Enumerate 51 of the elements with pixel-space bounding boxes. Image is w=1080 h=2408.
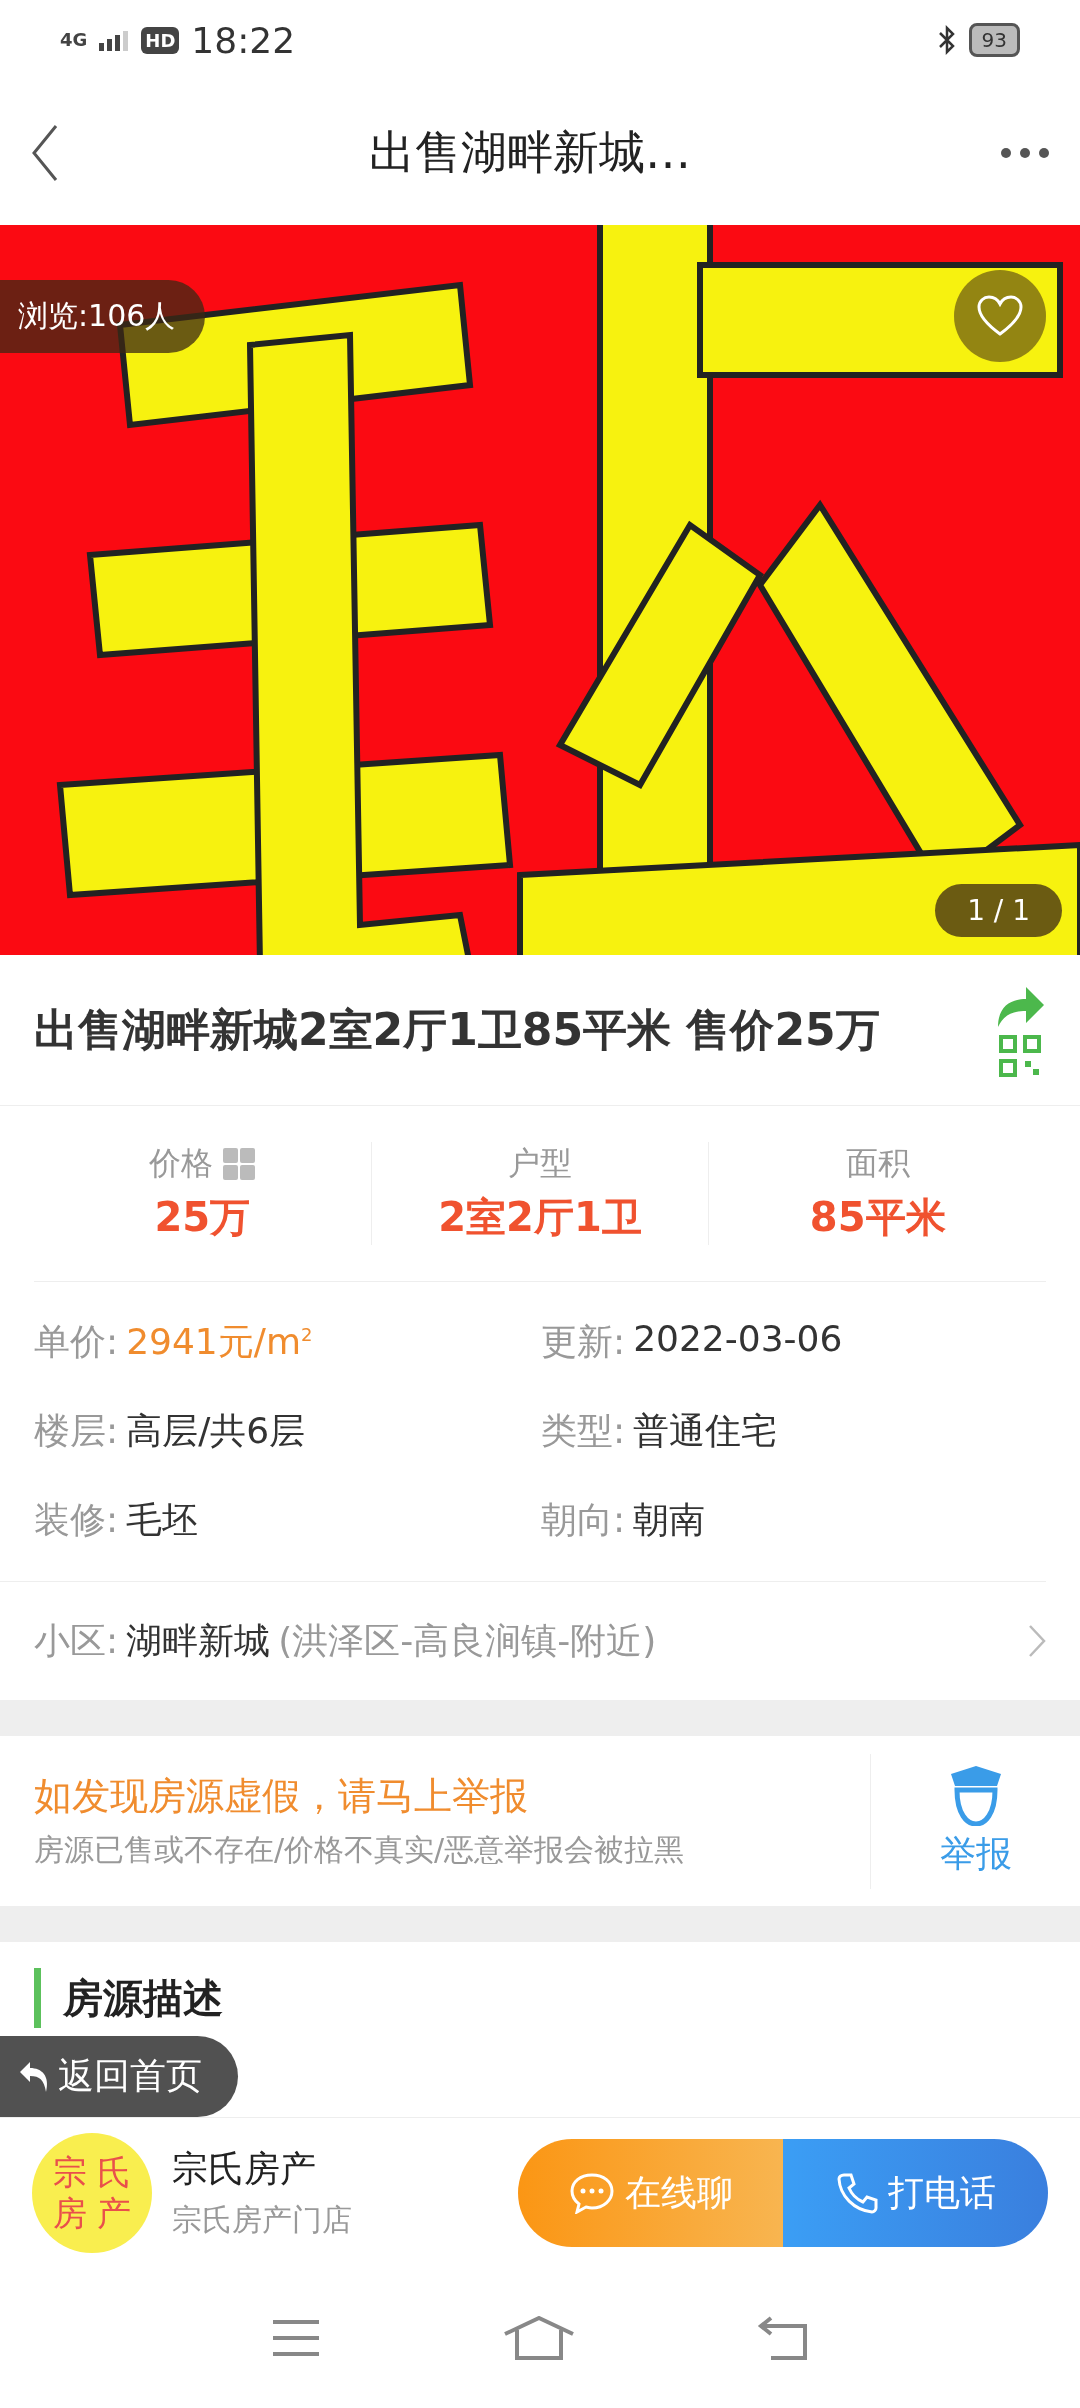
agency-name: 宗氏房产: [172, 2147, 317, 2191]
section-heading: 房源描述: [34, 1968, 223, 2028]
clock: 18:22: [191, 19, 296, 61]
stat-value: 25万: [154, 1193, 251, 1242]
bluetooth-icon: [936, 25, 957, 55]
detail-value: 高层/共6层: [126, 1409, 306, 1453]
detail-label: 朝向:: [541, 1498, 626, 1542]
listing-title: 出售湖畔新城2室2厅1卫85平米 售价25万: [34, 1002, 881, 1057]
community-location: (洪泽区-高良涧镇-附近): [278, 1618, 658, 1663]
page-title: 出售湖畔新城…: [368, 123, 692, 181]
home-icon[interactable]: [503, 2316, 575, 2360]
more-icon[interactable]: [1000, 146, 1050, 159]
call-button[interactable]: 打电话: [783, 2139, 1048, 2247]
detail-label: 单价:: [34, 1320, 119, 1364]
detail-value: 朝南: [633, 1498, 706, 1542]
agency-logo: 宗 氏 房 产: [32, 2133, 152, 2253]
report-note: 房源已售或不存在/价格不真实/恶意举报会被拉黑: [34, 1831, 686, 1869]
back-gesture-icon[interactable]: [757, 2316, 809, 2360]
home-button[interactable]: 返回首页: [0, 2036, 238, 2117]
hd-badge: HD: [141, 26, 180, 54]
detail-label: 楼层:: [34, 1409, 119, 1453]
report-heading: 如发现房源虚假，请马上举报: [34, 1773, 529, 1820]
stat-label: 价格: [149, 1143, 214, 1184]
qr-code-icon[interactable]: [999, 1035, 1041, 1077]
back-icon[interactable]: [30, 122, 60, 183]
store-name: 宗氏房产门店: [172, 2201, 353, 2239]
menu-icon[interactable]: [271, 2318, 321, 2358]
detail-label: 更新:: [541, 1320, 626, 1364]
community-name[interactable]: 湖畔新城: [126, 1616, 271, 1666]
chat-button[interactable]: 在线聊: [518, 2139, 783, 2247]
view-count: 浏览:106人: [0, 280, 206, 353]
phone-icon: [835, 2172, 878, 2214]
stat-value: 2室2厅1卫: [438, 1193, 642, 1242]
detail-label: 装修:: [34, 1498, 119, 1542]
detail-value: 毛坯: [126, 1498, 199, 1542]
battery-indicator: 93: [968, 23, 1020, 57]
community-label: 小区:: [34, 1618, 119, 1663]
detail-label: 类型:: [541, 1409, 626, 1453]
calculator-icon[interactable]: [223, 1148, 256, 1180]
network-label: 4G: [60, 31, 88, 49]
detail-value: 2941元/m$^{2}$: [126, 1320, 313, 1364]
stat-label: 面积: [845, 1143, 910, 1184]
image-counter: 1 / 1: [935, 884, 1062, 937]
stat-value: 85平米: [809, 1193, 946, 1242]
chevron-right-icon[interactable]: [1028, 1624, 1046, 1658]
chat-bubble-icon: [568, 2172, 615, 2214]
stat-label: 户型: [508, 1143, 572, 1184]
signal-icon: [99, 29, 130, 51]
detail-value: 普通住宅: [633, 1409, 778, 1453]
detail-value: 2022-03-06: [633, 1318, 843, 1361]
report-button[interactable]: 举报: [870, 1753, 1080, 1889]
